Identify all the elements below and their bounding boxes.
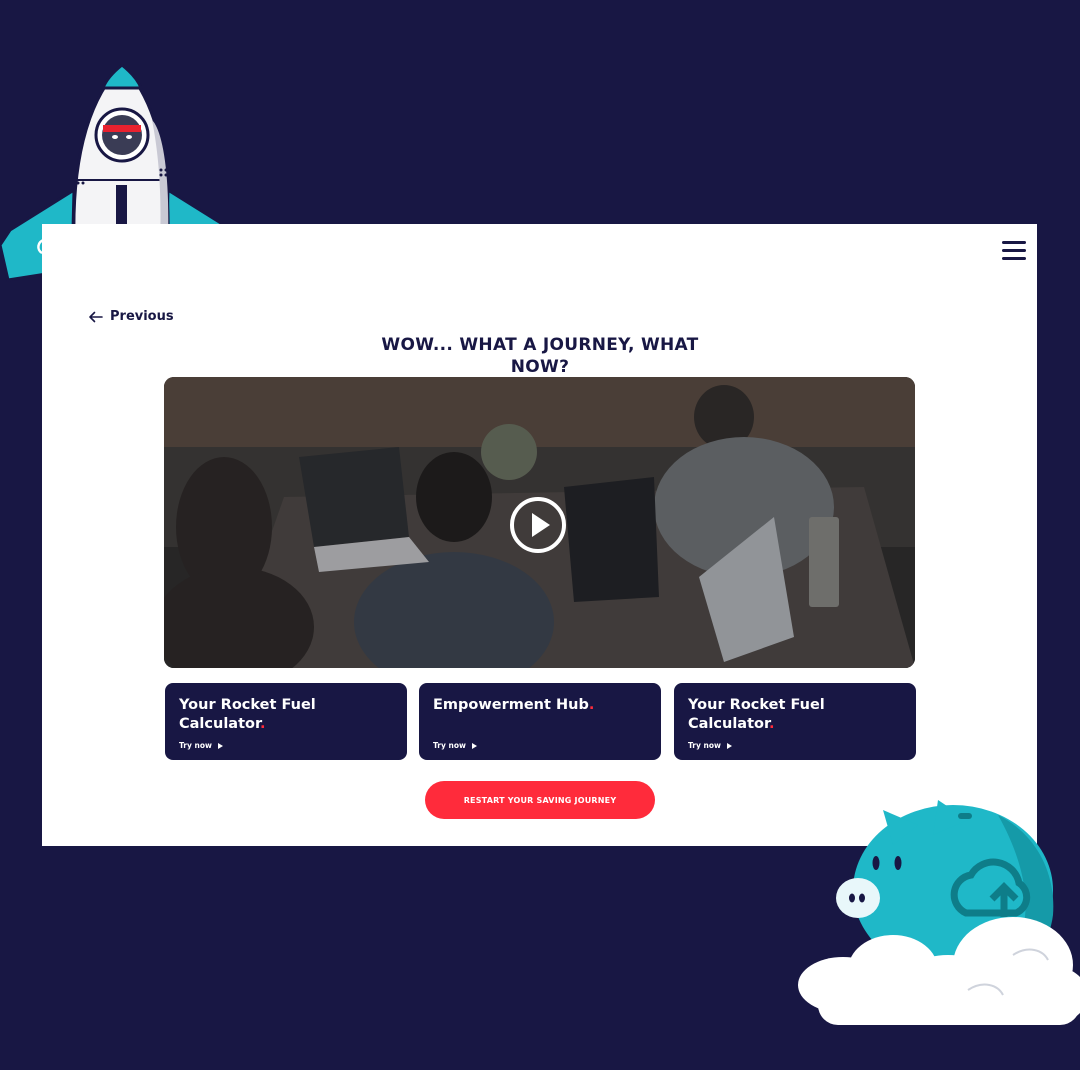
- try-now-link[interactable]: Try now: [433, 741, 477, 750]
- main-card: Previous WOW... WHAT A JOURNEY, WHAT NOW…: [42, 224, 1037, 846]
- tile-rocket-fuel-calculator-2[interactable]: Your Rocket Fuel Calculator. Try now: [674, 683, 916, 760]
- video-player[interactable]: [164, 377, 915, 668]
- triangle-right-icon: [471, 742, 477, 749]
- page-title: WOW... WHAT A JOURNEY, WHAT NOW?: [360, 334, 720, 378]
- play-icon[interactable]: [509, 496, 567, 554]
- previous-label: Previous: [110, 309, 174, 324]
- try-now-link[interactable]: Try now: [179, 741, 223, 750]
- page-title-line-1: WOW... WHAT A JOURNEY, WHAT: [381, 335, 699, 355]
- tile-rocket-fuel-calculator[interactable]: Your Rocket Fuel Calculator. Try now: [165, 683, 407, 760]
- triangle-right-icon: [217, 742, 223, 749]
- restart-journey-button[interactable]: RESTART YOUR SAVING JOURNEY: [425, 781, 655, 819]
- page-title-line-2: NOW?: [510, 357, 570, 377]
- previous-link[interactable]: Previous: [88, 309, 174, 324]
- triangle-right-icon: [726, 742, 732, 749]
- tile-empowerment-hub[interactable]: Empowerment Hub. Try now: [419, 683, 661, 760]
- tile-title: Empowerment Hub.: [433, 697, 595, 713]
- piggy-bank-illustration: [798, 800, 1080, 1025]
- tile-title: Your Rocket Fuel Calculator.: [688, 697, 825, 732]
- menu-icon[interactable]: [1000, 238, 1028, 262]
- arrow-left-icon: [89, 311, 103, 322]
- tile-title: Your Rocket Fuel Calculator.: [179, 697, 316, 732]
- try-now-link[interactable]: Try now: [688, 741, 732, 750]
